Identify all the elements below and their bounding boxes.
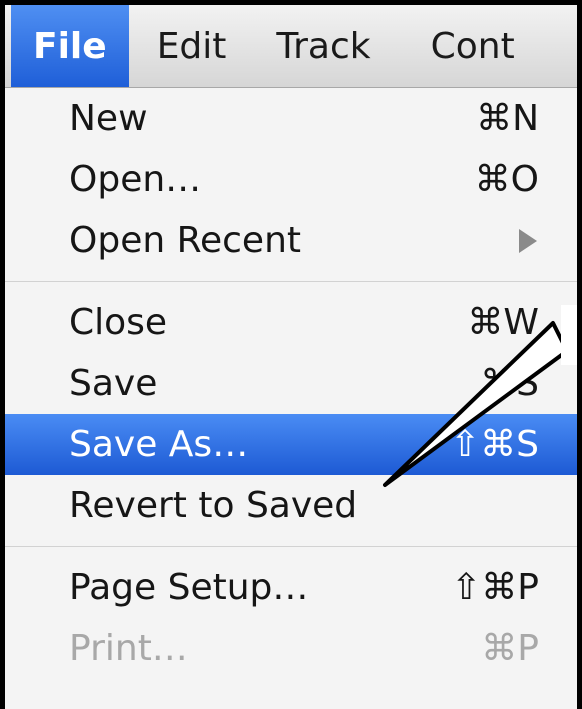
menu-item-label: Close (69, 302, 168, 343)
screenshot-frame: File Edit Track Cont New ⌘N Open… ⌘O Ope… (0, 0, 582, 709)
menu-item-open-recent[interactable]: Open Recent (5, 210, 577, 271)
menu-item-shortcut: ⌘N (476, 98, 539, 139)
menu-item-label: Page Setup… (69, 567, 309, 608)
menu-item-label: Print… (69, 628, 188, 669)
menu-item-save[interactable]: Save ⌘S (5, 353, 577, 414)
menu-item-page-setup[interactable]: Page Setup… ⇧⌘P (5, 557, 577, 618)
menubar-file[interactable]: File (11, 5, 129, 87)
menubar-edit[interactable]: Edit (129, 5, 227, 87)
menu-item-close[interactable]: Close ⌘W (5, 292, 577, 353)
triangle-right-icon (519, 228, 537, 253)
menu-item-shortcut: ⇧⌘P (451, 567, 539, 608)
menu-item-label: Open… (69, 159, 202, 200)
menu-item-label: New (69, 98, 148, 139)
menubar-track[interactable]: Track (226, 5, 370, 87)
menu-item-shortcut: ⌘W (467, 302, 539, 343)
menu-item-label: Save (69, 363, 158, 404)
menu-item-shortcut: ⌘S (480, 363, 539, 404)
menu-bar: File Edit Track Cont (5, 5, 577, 88)
menu-item-revert-to-saved[interactable]: Revert to Saved (5, 475, 577, 536)
menu-item-new[interactable]: New ⌘N (5, 88, 577, 149)
menu-item-shortcut: ⌘P (481, 628, 539, 669)
menubar-controls[interactable]: Cont (371, 5, 515, 87)
menu-item-label: Revert to Saved (69, 485, 358, 526)
menu-item-save-as[interactable]: Save As… ⇧⌘S (5, 414, 577, 475)
menu-item-print: Print… ⌘P (5, 618, 577, 679)
menu-separator (5, 271, 577, 292)
menu-item-shortcut: ⇧⌘S (449, 424, 539, 465)
menu-item-label: Save As… (69, 424, 249, 465)
menu-item-open[interactable]: Open… ⌘O (5, 149, 577, 210)
menu-item-shortcut: ⌘O (474, 159, 539, 200)
menu-separator (5, 536, 577, 557)
file-menu: New ⌘N Open… ⌘O Open Recent Close ⌘W Sav… (5, 88, 577, 679)
menu-item-label: Open Recent (69, 220, 302, 261)
